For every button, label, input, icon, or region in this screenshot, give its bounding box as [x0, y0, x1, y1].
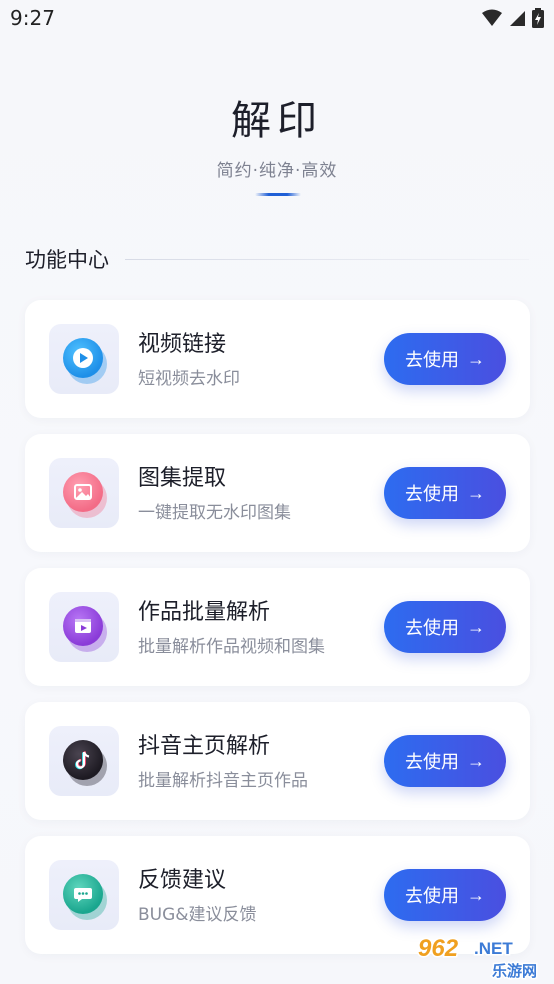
section-divider: [125, 258, 529, 260]
status-time: 9:27: [10, 6, 55, 30]
section-header: 功能中心: [25, 244, 529, 274]
feature-desc: BUG&建议反馈: [138, 905, 257, 925]
feature-icon-tile: [49, 458, 119, 528]
feature-title: 抖音主页解析: [138, 734, 271, 759]
chat-bubble-icon: [63, 874, 103, 914]
feature-icon-tile: [49, 726, 119, 796]
status-icons: [482, 8, 544, 28]
title-underline: [255, 193, 301, 196]
feature-card-douyin-profile[interactable]: 抖音主页解析 批量解析抖音主页作品 去使用 →: [25, 702, 530, 820]
feature-desc: 短视频去水印: [138, 369, 240, 389]
feature-title: 视频链接: [138, 332, 227, 357]
feature-title: 作品批量解析: [138, 600, 271, 625]
use-button-label: 去使用: [405, 618, 459, 638]
status-bar: 9:27: [0, 0, 554, 38]
use-button-label: 去使用: [405, 484, 459, 504]
signal-icon: [510, 11, 525, 26]
use-button-label: 去使用: [405, 886, 459, 906]
tiktok-icon: [63, 740, 103, 780]
use-button-douyin-profile[interactable]: 去使用 →: [384, 735, 506, 787]
feature-card-video-link[interactable]: 视频链接 短视频去水印 去使用 →: [25, 300, 530, 418]
feature-card-gallery-extract[interactable]: 图集提取 一键提取无水印图集 去使用 →: [25, 434, 530, 552]
feature-icon-tile: [49, 324, 119, 394]
feature-card-batch-parse[interactable]: 作品批量解析 批量解析作品视频和图集 去使用 →: [25, 568, 530, 686]
arrow-right-icon: →: [467, 348, 485, 369]
svg-text:乐游网: 乐游网: [492, 962, 537, 980]
arrow-right-icon: →: [467, 482, 485, 503]
app-subtitle: 简约·纯净·高效: [216, 161, 338, 181]
feature-icon-tile: [49, 860, 119, 930]
wifi-icon: [482, 9, 502, 26]
feature-desc: 一键提取无水印图集: [138, 503, 291, 523]
film-icon: [63, 606, 103, 646]
watermark-logo: 962 .NET 乐游网: [417, 934, 539, 981]
use-button-batch-parse[interactable]: 去使用 →: [384, 601, 506, 653]
svg-text:962: 962: [418, 935, 459, 962]
arrow-right-icon: →: [467, 750, 485, 771]
svg-text:.NET: .NET: [474, 939, 513, 958]
feature-desc: 批量解析抖音主页作品: [138, 771, 308, 791]
use-button-label: 去使用: [405, 350, 459, 370]
arrow-right-icon: →: [467, 884, 485, 905]
feature-title: 图集提取: [138, 466, 227, 491]
arrow-right-icon: →: [467, 616, 485, 637]
feature-desc: 批量解析作品视频和图集: [138, 637, 325, 657]
app-screen: 9:27 解印 简约·纯净·高效 功能中心 视频链接 短视频去水印 去使用 → …: [0, 0, 554, 984]
use-button-feedback[interactable]: 去使用 →: [384, 869, 506, 921]
use-button-gallery-extract[interactable]: 去使用 →: [384, 467, 506, 519]
app-title: 解印: [231, 98, 323, 144]
video-play-icon: [63, 338, 103, 378]
feature-title: 反馈建议: [138, 868, 227, 893]
battery-icon: [532, 8, 544, 28]
use-button-label: 去使用: [405, 752, 459, 772]
feature-icon-tile: [49, 592, 119, 662]
use-button-video-link[interactable]: 去使用 →: [384, 333, 506, 385]
section-title: 功能中心: [25, 248, 109, 272]
image-icon: [63, 472, 103, 512]
